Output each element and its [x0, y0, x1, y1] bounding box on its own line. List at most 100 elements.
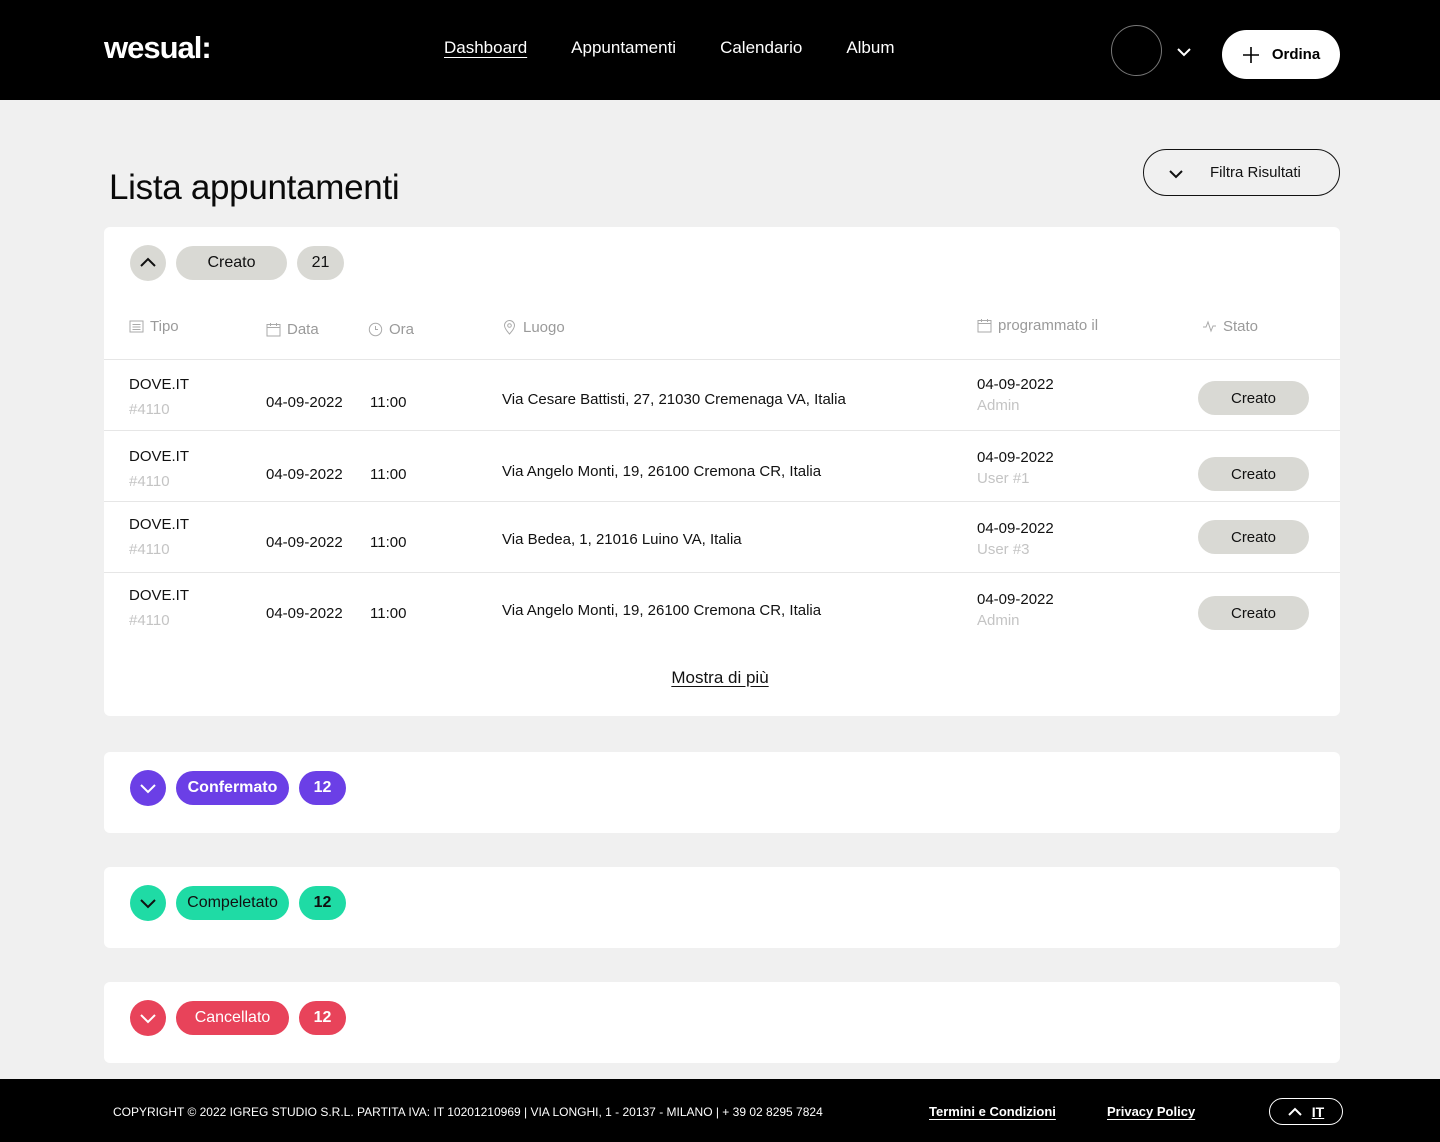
status-badge: Creato	[1198, 457, 1309, 491]
wesual-logo[interactable]: wesual:	[104, 30, 212, 66]
row-time: 11:00	[370, 605, 407, 622]
row-scheduled-date: 04-09-2022	[977, 449, 1054, 466]
column-header-place-label: Luogo	[523, 319, 565, 336]
user-avatar[interactable]	[1111, 25, 1162, 76]
column-header-status-label: Stato	[1223, 318, 1259, 335]
filter-results-label: Filtra Risultati	[1210, 164, 1301, 181]
expand-toggle-confirmed[interactable]	[130, 770, 166, 806]
collapse-toggle-created[interactable]	[130, 245, 166, 281]
language-selector[interactable]: IT	[1269, 1098, 1343, 1125]
row-type: DOVE.IT	[129, 448, 190, 465]
row-id: #4110	[129, 612, 170, 629]
nav-dashboard[interactable]: Dashboard	[444, 38, 527, 58]
row-type: DOVE.IT	[129, 376, 190, 393]
calendar-icon	[977, 319, 992, 333]
main-nav: Dashboard Appuntamenti Calendario Album	[444, 38, 895, 58]
row-scheduled-by: Admin	[977, 397, 1020, 414]
row-time: 11:00	[370, 394, 407, 411]
group-card-completed: Compeletato 12	[104, 867, 1340, 948]
row-scheduled-by: Admin	[977, 612, 1020, 629]
status-pill-confirmed: Confermato	[176, 771, 289, 805]
row-place: Via Angelo Monti, 19, 26100 Cremona CR, …	[502, 463, 822, 480]
chevron-down-icon[interactable]	[1176, 44, 1192, 60]
table-row[interactable]: DOVE.IT #4110 04-09-2022 11:00 Via Angel…	[104, 430, 1340, 501]
expand-toggle-completed[interactable]	[130, 885, 166, 921]
column-header-date: Data	[266, 321, 319, 338]
column-header-place: Luogo	[502, 319, 565, 336]
group-header-created: Creato 21	[130, 245, 344, 281]
chevron-down-icon	[1169, 170, 1183, 179]
column-header-type: Tipo	[129, 318, 179, 335]
row-place: Via Cesare Battisti, 27, 21030 Cremenaga…	[502, 391, 846, 408]
row-id: #4110	[129, 541, 170, 558]
terms-link[interactable]: Termini e Condizioni	[929, 1104, 1056, 1119]
row-type: DOVE.IT	[129, 587, 190, 604]
location-pin-icon	[503, 320, 516, 335]
group-card-cancelled: Cancellato 12	[104, 982, 1340, 1063]
row-time: 11:00	[370, 466, 407, 483]
status-badge: Creato	[1198, 520, 1309, 554]
status-pill-completed: Compeletato	[176, 886, 289, 920]
column-header-status: Stato	[1202, 318, 1258, 335]
row-scheduled-date: 04-09-2022	[977, 376, 1054, 393]
expand-toggle-cancelled[interactable]	[130, 1000, 166, 1036]
column-header-scheduled-label: programmato il	[998, 317, 1099, 334]
column-header-type-label: Tipo	[150, 318, 179, 335]
nav-appuntamenti[interactable]: Appuntamenti	[571, 38, 676, 58]
list-icon	[129, 320, 144, 333]
row-date: 04-09-2022	[266, 534, 343, 551]
table-row[interactable]: DOVE.IT #4110 04-09-2022 11:00 Via Angel…	[104, 572, 1340, 644]
nav-calendario[interactable]: Calendario	[720, 38, 802, 58]
column-header-time: Ora	[368, 321, 414, 338]
row-date: 04-09-2022	[266, 394, 343, 411]
status-badge: Creato	[1198, 596, 1309, 630]
show-more-link[interactable]: Mostra di più	[0, 668, 1440, 688]
footer: COPYRIGHT © 2022 IGREG STUDIO S.R.L. PAR…	[0, 1079, 1440, 1142]
group-header-completed: Compeletato 12	[130, 885, 346, 921]
count-badge-completed: 12	[299, 886, 346, 920]
row-type: DOVE.IT	[129, 516, 190, 533]
status-pill-cancelled: Cancellato	[176, 1001, 289, 1035]
row-scheduled-by: User #3	[977, 541, 1030, 558]
plus-icon	[1242, 46, 1259, 63]
chevron-down-icon	[140, 899, 156, 909]
status-badge: Creato	[1198, 381, 1309, 415]
page-title: Lista appuntamenti	[109, 168, 400, 207]
column-header-scheduled: programmato il	[977, 317, 1098, 334]
table-row[interactable]: DOVE.IT #4110 04-09-2022 11:00 Via Bedea…	[104, 501, 1340, 572]
top-navigation-bar: wesual: Dashboard Appuntamenti Calendari…	[0, 0, 1440, 100]
chevron-down-icon	[140, 1014, 156, 1024]
row-time: 11:00	[370, 534, 407, 551]
chevron-down-icon	[140, 784, 156, 794]
row-id: #4110	[129, 473, 170, 490]
row-place: Via Angelo Monti, 19, 26100 Cremona CR, …	[502, 602, 822, 619]
row-date: 04-09-2022	[266, 605, 343, 622]
row-date: 04-09-2022	[266, 466, 343, 483]
count-badge-confirmed: 12	[299, 771, 346, 805]
chevron-up-icon	[140, 257, 156, 267]
row-id: #4110	[129, 401, 170, 418]
order-button-label: Ordina	[1271, 46, 1321, 63]
group-card-confirmed: Confermato 12	[104, 752, 1340, 833]
copyright-text: COPYRIGHT © 2022 IGREG STUDIO S.R.L. PAR…	[113, 1105, 823, 1119]
status-pill-created: Creato	[176, 246, 287, 280]
chevron-up-icon	[1288, 1107, 1302, 1116]
language-label: IT	[1311, 1103, 1325, 1120]
count-badge-created: 21	[297, 246, 344, 280]
clock-icon	[368, 322, 383, 337]
table-row[interactable]: DOVE.IT #4110 04-09-2022 11:00 Via Cesar…	[104, 359, 1340, 431]
column-header-date-label: Data	[287, 321, 319, 338]
row-scheduled-by: User #1	[977, 470, 1030, 487]
order-button[interactable]: Ordina	[1222, 30, 1340, 79]
group-header-cancelled: Cancellato 12	[130, 1000, 346, 1036]
row-scheduled-date: 04-09-2022	[977, 520, 1054, 537]
row-place: Via Bedea, 1, 21016 Luino VA, Italia	[502, 531, 742, 548]
filter-results-button[interactable]: Filtra Risultati	[1143, 149, 1340, 196]
row-scheduled-date: 04-09-2022	[977, 591, 1054, 608]
group-header-confirmed: Confermato 12	[130, 770, 346, 806]
calendar-icon	[266, 323, 281, 337]
activity-icon	[1203, 320, 1216, 333]
count-badge-cancelled: 12	[299, 1001, 346, 1035]
nav-album[interactable]: Album	[846, 38, 894, 58]
privacy-link[interactable]: Privacy Policy	[1107, 1104, 1195, 1119]
